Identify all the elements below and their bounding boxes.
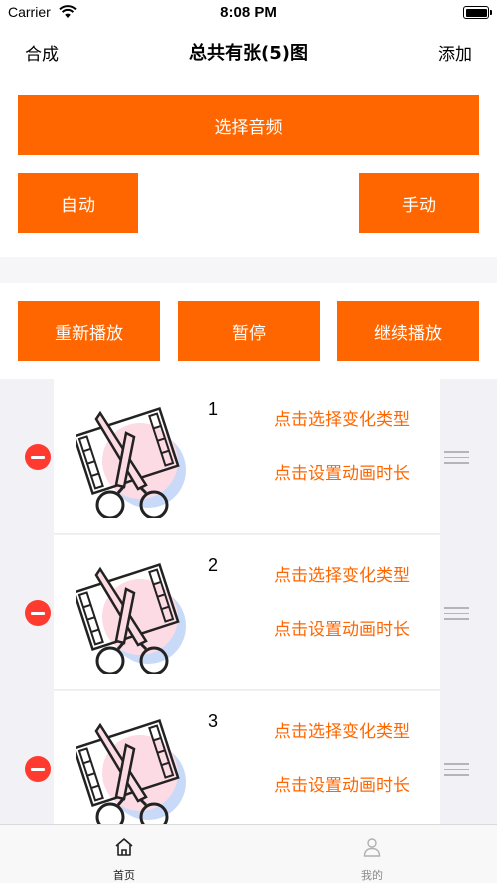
image-list[interactable]: 1 点击选择变化类型 点击设置动画时长 2 点击选择变化类型 点击设置动画时长 … xyxy=(0,379,497,824)
home-icon xyxy=(115,838,133,856)
tab-label: 首页 xyxy=(113,869,135,882)
manual-button[interactable]: 手动 xyxy=(359,173,479,233)
reorder-handle-icon[interactable] xyxy=(444,607,469,621)
auto-button[interactable]: 自动 xyxy=(18,173,138,233)
set-duration-link[interactable]: 点击设置动画时长 xyxy=(274,459,410,484)
tab-bar: 首页 我的 xyxy=(0,824,497,883)
tab-home[interactable]: 首页 xyxy=(0,825,248,883)
set-duration-link[interactable]: 点击设置动画时长 xyxy=(274,771,410,796)
film-scissors-icon xyxy=(76,406,186,518)
battery-icon xyxy=(463,6,492,19)
add-button[interactable]: 添加 xyxy=(438,40,472,65)
delete-button[interactable] xyxy=(25,756,51,782)
continue-button[interactable]: 继续播放 xyxy=(337,301,479,361)
replay-button[interactable]: 重新播放 xyxy=(18,301,160,361)
set-duration-link[interactable]: 点击设置动画时长 xyxy=(274,615,410,640)
item-index: 2 xyxy=(208,555,219,575)
delete-button[interactable] xyxy=(25,444,51,470)
list-item[interactable]: 1 点击选择变化类型 点击设置动画时长 xyxy=(0,379,497,535)
tab-label: 我的 xyxy=(361,869,383,882)
list-item[interactable]: 2 点击选择变化类型 点击设置动画时长 xyxy=(0,535,497,691)
item-index: 3 xyxy=(208,711,219,731)
reorder-handle-icon[interactable] xyxy=(444,763,469,777)
select-audio-button[interactable]: 选择音频 xyxy=(18,95,479,155)
section-divider xyxy=(0,257,497,283)
list-item-card[interactable]: 3 点击选择变化类型 点击设置动画时长 xyxy=(54,691,440,824)
clock: 8:08 PM xyxy=(220,4,277,21)
select-change-type-link[interactable]: 点击选择变化类型 xyxy=(274,717,410,742)
film-scissors-icon xyxy=(76,562,186,674)
tab-mine[interactable]: 我的 xyxy=(248,825,496,883)
film-scissors-icon xyxy=(76,718,186,824)
list-item[interactable]: 3 点击选择变化类型 点击设置动画时长 xyxy=(0,691,497,824)
page-title: 总共有张(5)图 xyxy=(189,43,308,64)
item-index: 1 xyxy=(208,399,219,419)
reorder-handle-icon[interactable] xyxy=(444,451,469,465)
select-change-type-link[interactable]: 点击选择变化类型 xyxy=(274,405,410,430)
navigation-bar: 合成 总共有张(5)图 添加 xyxy=(0,26,497,76)
list-item-card[interactable]: 1 点击选择变化类型 点击设置动画时长 xyxy=(54,379,440,534)
delete-button[interactable] xyxy=(25,600,51,626)
select-change-type-link[interactable]: 点击选择变化类型 xyxy=(274,561,410,586)
list-item-card[interactable]: 2 点击选择变化类型 点击设置动画时长 xyxy=(54,535,440,690)
status-bar: Carrier 8:08 PM xyxy=(0,0,497,26)
pause-button[interactable]: 暂停 xyxy=(178,301,320,361)
person-icon xyxy=(363,838,381,857)
